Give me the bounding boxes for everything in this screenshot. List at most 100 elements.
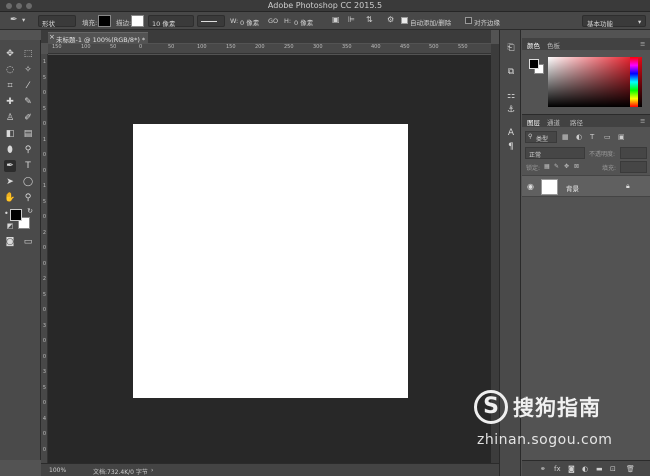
layer-filter-select[interactable]: ⚲ 类型	[525, 131, 557, 143]
magic-wand-tool-icon[interactable]: ✧	[22, 64, 34, 76]
ruler-tick-label: 300	[313, 44, 323, 50]
lock-all-icon[interactable]: ⊠	[574, 163, 579, 170]
link-layers-icon[interactable]: ⚭	[540, 465, 546, 473]
watermark-url: zhinan.sogou.com	[477, 432, 613, 448]
ruler-tick-label: 500	[429, 44, 439, 50]
blur-tool-icon[interactable]: ⬮	[4, 144, 16, 156]
fill-field[interactable]	[620, 161, 647, 173]
link-icon[interactable]: GO	[268, 17, 278, 25]
document-tab[interactable]: × 未标题-1 @ 100%(RGB/8*) *	[48, 32, 148, 44]
filter-adjustment-icon[interactable]: ◐	[576, 133, 582, 141]
hand-tool-icon[interactable]: ✋	[4, 192, 16, 204]
blend-mode-select[interactable]: 正常	[525, 147, 585, 159]
layer-style-icon[interactable]: fx	[554, 465, 561, 473]
lock-pixels-icon[interactable]: ▦	[544, 163, 550, 170]
path-arrangement-icon[interactable]: ⇅	[366, 15, 373, 24]
swap-colors-icon[interactable]: ↻	[24, 205, 36, 217]
foreground-color-swatch[interactable]	[529, 59, 539, 69]
path-selection-tool-icon[interactable]: ➤	[4, 176, 16, 188]
lock-position-icon[interactable]: ✥	[564, 163, 569, 170]
ruler-tick-label: 2	[42, 229, 47, 236]
gradient-tool-icon[interactable]: ▤	[22, 128, 34, 140]
dodge-tool-icon[interactable]: ⚲	[22, 144, 34, 156]
filter-type-icon[interactable]: T	[590, 133, 594, 141]
auto-add-delete-checkbox[interactable]	[401, 17, 408, 24]
zoom-level[interactable]: 100%	[49, 467, 66, 474]
lock-image-icon[interactable]: ✎	[554, 163, 559, 170]
filter-smart-icon[interactable]: ▣	[618, 133, 625, 141]
color-field[interactable]	[548, 57, 642, 107]
add-mask-icon[interactable]: ◙	[568, 465, 575, 473]
opacity-field[interactable]	[620, 147, 647, 159]
paragraph-panel-icon[interactable]: ¶	[505, 141, 517, 153]
brush-tool-icon[interactable]: ✎	[22, 96, 34, 108]
character-panel-icon[interactable]: A	[505, 127, 517, 139]
screen-mode-icon[interactable]: ▭	[22, 236, 34, 248]
quick-mask-icon[interactable]: ◙	[4, 236, 16, 248]
pen-tool-preset-icon[interactable]: ✒	[10, 15, 18, 25]
type-tool-icon[interactable]: T	[22, 160, 34, 172]
adjustment-layer-icon[interactable]: ◐	[582, 465, 588, 473]
layer-name[interactable]: 背景	[566, 183, 579, 193]
marquee-tool-icon[interactable]: ⬚	[22, 48, 34, 60]
align-edges-checkbox[interactable]	[465, 17, 472, 24]
zoom-tool-icon[interactable]: ⚲	[22, 192, 34, 204]
gear-icon[interactable]: ⚙	[387, 15, 394, 24]
default-colors-icon[interactable]: ◩	[4, 220, 16, 232]
layer-row[interactable]: ◉ 背景 🔒︎	[522, 175, 650, 197]
ruler-tick-label: 550	[458, 44, 468, 50]
ruler-tick-label: 3	[42, 369, 47, 375]
tab-paths[interactable]: 路径	[570, 117, 583, 127]
ruler-tick-label: 0	[42, 307, 47, 313]
eye-icon[interactable]: ◉	[527, 182, 534, 191]
stroke-size-field[interactable]: 10 像素	[148, 15, 194, 28]
pen-tool-icon[interactable]: ✒	[4, 160, 16, 172]
eraser-tool-icon[interactable]: ◧	[4, 128, 16, 140]
move-tool-icon[interactable]: ✥	[4, 48, 16, 60]
ruler-tick-label: 0	[42, 431, 47, 437]
filter-shape-icon[interactable]: ▭	[604, 133, 611, 141]
properties-panel-icon[interactable]: ⧉	[505, 66, 517, 78]
stroke-swatch[interactable]	[131, 15, 144, 27]
mode-select[interactable]: 形状	[38, 15, 76, 28]
path-operations-icon[interactable]: ▣	[332, 15, 340, 24]
filter-pixel-icon[interactable]: ▦	[562, 133, 569, 141]
document-canvas[interactable]	[133, 124, 408, 398]
history-brush-tool-icon[interactable]: ✐	[22, 112, 34, 124]
w-input[interactable]: 0 像素	[240, 17, 259, 27]
lasso-tool-icon[interactable]: ◌	[4, 64, 16, 76]
workspace-select[interactable]: 基本功能 ▾	[582, 15, 646, 28]
ruler-tick-label: 2	[42, 276, 47, 282]
tab-color[interactable]: 颜色	[527, 40, 540, 50]
horizontal-ruler[interactable]: 150 100 50 0 50 100 150 200 250 300 350 400 450 500 55…	[48, 44, 491, 54]
stroke-size-value: 10 像素	[152, 20, 176, 28]
styles-panel-icon[interactable]: ⚓	[505, 104, 517, 116]
panel-menu-icon[interactable]: ≡	[640, 40, 645, 48]
healing-brush-tool-icon[interactable]: ✚	[4, 96, 16, 108]
hue-slider[interactable]	[630, 57, 638, 107]
stroke-type-select[interactable]	[197, 15, 225, 27]
color-panel-tabs: 颜色 色板 ≡	[522, 38, 650, 50]
h-input[interactable]: 0 像素	[294, 17, 313, 27]
adjustments-panel-icon[interactable]: ⚏	[505, 90, 517, 102]
clone-stamp-tool-icon[interactable]: ♙	[4, 112, 16, 124]
ruler-tick-label: 0	[42, 400, 47, 406]
close-icon[interactable]: ×	[49, 33, 55, 41]
foreground-color-swatch[interactable]	[10, 209, 22, 221]
tab-channels[interactable]: 通道	[547, 117, 560, 127]
tab-layers[interactable]: 图层	[527, 117, 540, 127]
group-icon[interactable]: ▬	[596, 465, 603, 473]
ellipse-tool-icon[interactable]: ◯	[22, 176, 34, 188]
vertical-ruler[interactable]: 1 5 0 5 0 1 0 0 1 5 0 2 0 0 2 5 0 3 0 0 3 5 0 4 0 0	[41, 54, 48, 463]
crop-tool-icon[interactable]: ⌗	[4, 80, 16, 92]
trash-icon[interactable]: 🗑︎	[626, 465, 635, 473]
fill-swatch[interactable]	[98, 15, 111, 27]
eyedropper-tool-icon[interactable]: ⁄	[22, 80, 34, 92]
panel-menu-icon[interactable]: ≡	[640, 117, 645, 125]
tab-swatches[interactable]: 色板	[547, 40, 560, 50]
chevron-right-icon[interactable]: ›	[151, 467, 153, 474]
path-alignment-icon[interactable]: ⊫	[348, 15, 355, 24]
new-layer-icon[interactable]: ⊡	[610, 465, 616, 473]
history-panel-icon[interactable]: ⎗	[505, 42, 517, 54]
watermark-text: 搜狗指南	[513, 396, 601, 420]
